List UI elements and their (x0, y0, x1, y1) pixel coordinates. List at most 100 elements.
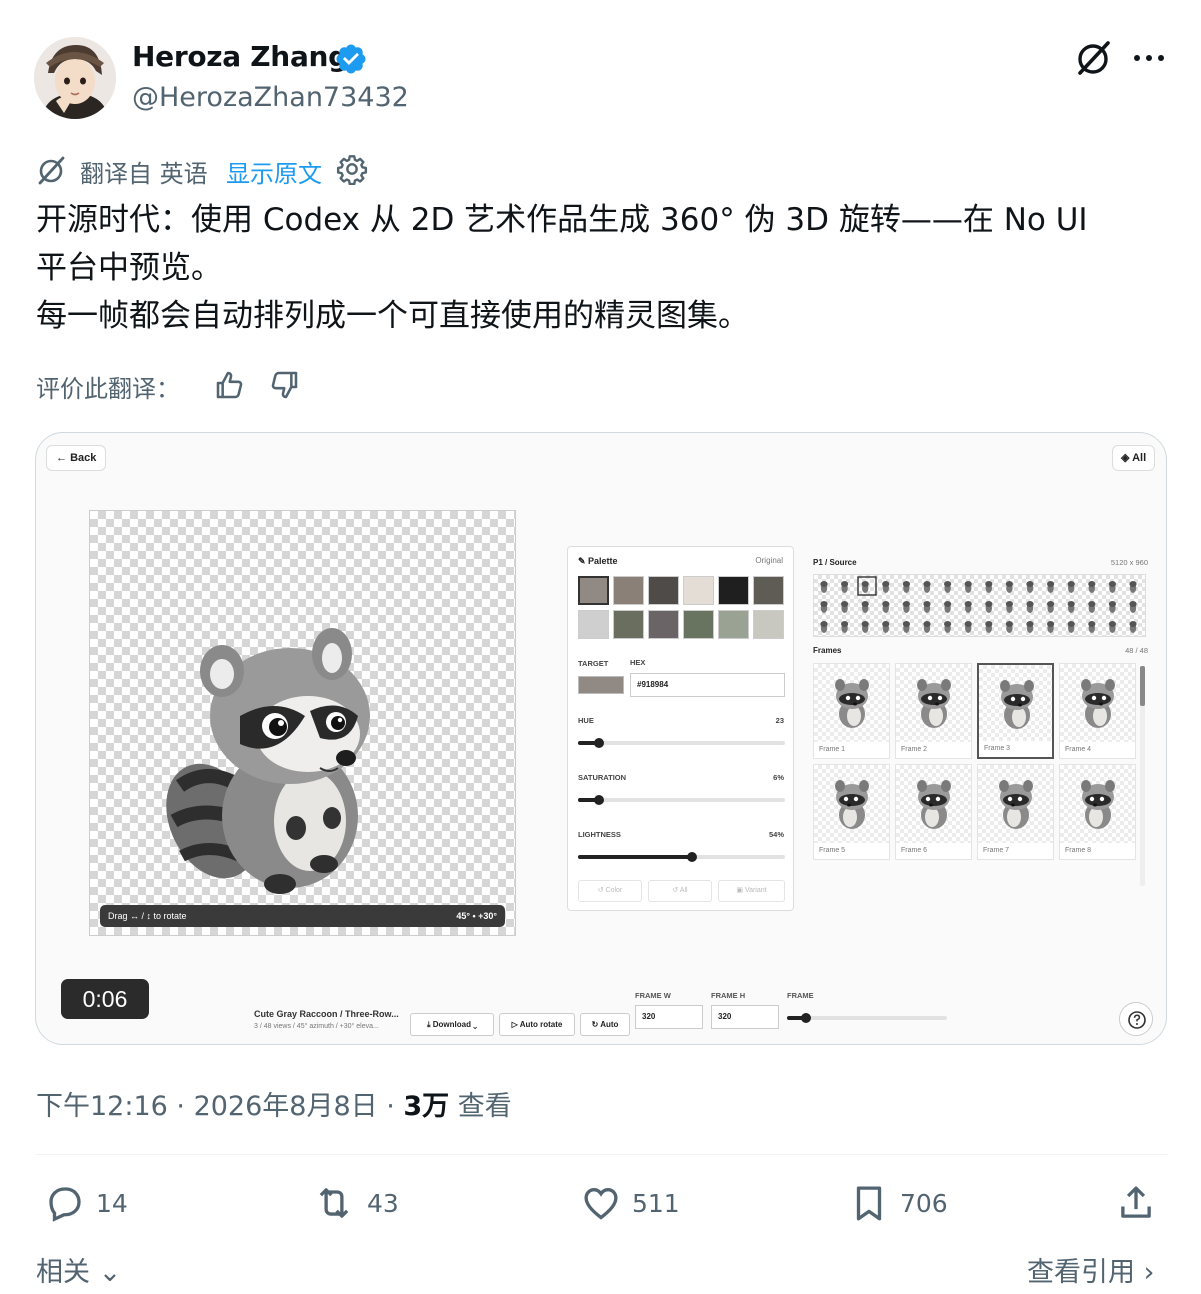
frame-thumbnail[interactable]: Frame 4 (1059, 663, 1136, 759)
palette-swatch[interactable] (683, 610, 714, 639)
author-name[interactable]: Heroza Zhang (132, 40, 348, 73)
sprite-thumb[interactable] (1067, 621, 1075, 633)
palette-swatch[interactable] (683, 576, 714, 605)
thumbs-up-icon[interactable] (214, 368, 246, 402)
palette-swatch[interactable] (578, 610, 609, 639)
sprite-thumb[interactable] (964, 601, 972, 613)
sprite-thumb[interactable] (1108, 581, 1116, 593)
back-button[interactable]: ← Back (46, 445, 107, 471)
grok-icon[interactable] (1074, 38, 1114, 78)
sprite-thumb[interactable] (882, 601, 890, 613)
sprite-thumb[interactable] (964, 581, 972, 593)
target-color-box[interactable] (578, 676, 624, 694)
palette-swatch[interactable] (578, 576, 609, 605)
sprite-thumb[interactable] (985, 621, 993, 633)
preview-canvas[interactable]: Drag ↔ / ↕ to rotate 45° • +30° (89, 510, 516, 936)
sprite-thumb[interactable] (1047, 601, 1055, 613)
sprite-thumb[interactable] (902, 581, 910, 593)
palette-swatch[interactable] (613, 610, 644, 639)
sprite-thumb[interactable] (1005, 621, 1013, 633)
sprite-thumb[interactable] (820, 621, 828, 633)
sprite-thumb[interactable] (923, 621, 931, 633)
sprite-thumb[interactable] (944, 601, 952, 613)
saturation-slider-knob[interactable] (593, 795, 604, 805)
show-original-link[interactable]: 显示原文 (226, 154, 322, 189)
frame-slider-knob[interactable] (801, 1013, 811, 1023)
sprite-thumb[interactable] (1129, 581, 1137, 593)
palette-swatch[interactable] (718, 610, 749, 639)
thumbs-down-icon[interactable] (268, 368, 300, 402)
sprite-thumb[interactable] (944, 621, 952, 633)
tweet-date[interactable]: 2026年8月8日 (194, 1091, 378, 1122)
more-icon[interactable] (1130, 40, 1168, 76)
sprite-thumb[interactable] (1005, 581, 1013, 593)
sprite-thumb[interactable] (841, 581, 849, 593)
reset-color-button[interactable]: ↺ Color (578, 880, 642, 902)
sprite-thumb[interactable] (820, 601, 828, 613)
auto-button[interactable]: ↻ Auto (580, 1013, 630, 1036)
sprite-thumb[interactable] (1047, 621, 1055, 633)
frame-slider[interactable] (787, 1013, 947, 1023)
download-button[interactable]: ⤓ Download ⌄ (410, 1013, 494, 1036)
sprite-thumb[interactable] (1088, 621, 1096, 633)
retweet-button[interactable]: 43 (311, 1180, 399, 1226)
auto-rotate-button[interactable]: ▷ Auto rotate (499, 1013, 575, 1036)
sprite-thumb[interactable] (1067, 581, 1075, 593)
bookmark-button[interactable]: 706 (848, 1180, 948, 1226)
sprite-thumb[interactable] (1108, 601, 1116, 613)
sprite-thumb[interactable] (923, 581, 931, 593)
palette-swatch[interactable] (648, 610, 679, 639)
like-button[interactable]: 511 (580, 1180, 680, 1226)
hex-input[interactable]: #918984 (630, 673, 785, 697)
sprite-thumb[interactable] (882, 581, 890, 593)
avatar[interactable] (34, 37, 116, 119)
gear-icon[interactable] (336, 153, 368, 185)
frame-thumbnail[interactable]: Frame 8 (1059, 764, 1136, 860)
sprite-thumb[interactable] (1088, 601, 1096, 613)
all-button[interactable]: ◈ All (1112, 445, 1156, 471)
sprite-thumb[interactable] (841, 621, 849, 633)
sprite-thumb[interactable] (985, 581, 993, 593)
frame-thumbnail[interactable]: Frame 5 (813, 764, 890, 860)
sprite-thumb[interactable] (1047, 581, 1055, 593)
sprite-thumb[interactable] (923, 601, 931, 613)
sprite-thumb[interactable] (1129, 601, 1137, 613)
sprite-thumb[interactable] (861, 601, 869, 613)
sprite-thumb[interactable] (1129, 621, 1137, 633)
saturation-slider[interactable] (578, 795, 785, 805)
frames-scrollbar[interactable] (1140, 666, 1145, 886)
sprite-thumb[interactable] (1005, 601, 1013, 613)
frame-w-input[interactable]: 320 (635, 1005, 703, 1029)
frame-thumbnail[interactable]: Frame 6 (895, 764, 972, 860)
frame-thumbnail[interactable]: Frame 2 (895, 663, 972, 759)
frame-thumbnail[interactable]: Frame 3 (977, 663, 1054, 759)
sprite-thumb[interactable] (1088, 581, 1096, 593)
author-handle[interactable]: @HerozaZhan73432 (132, 82, 409, 113)
view-quotes-link[interactable]: 查看引用 › (1027, 1250, 1154, 1289)
help-icon[interactable] (1119, 1002, 1153, 1036)
sprite-thumb[interactable] (944, 581, 952, 593)
sprite-sheet-strip[interactable] (813, 574, 1146, 637)
palette-swatch[interactable] (753, 576, 784, 605)
sprite-thumb[interactable] (964, 621, 972, 633)
sprite-thumb[interactable] (882, 621, 890, 633)
sprite-thumb[interactable] (861, 581, 869, 593)
reply-button[interactable]: 14 (44, 1180, 128, 1226)
lightness-slider-knob[interactable] (687, 852, 697, 862)
sprite-thumb[interactable] (1026, 581, 1034, 593)
palette-swatch[interactable] (718, 576, 749, 605)
sprite-thumb[interactable] (985, 601, 993, 613)
frame-thumbnail[interactable]: Frame 7 (977, 764, 1054, 860)
palette-swatch[interactable] (648, 576, 679, 605)
variant-button[interactable]: ▣ Variant (718, 880, 785, 902)
frame-thumbnail[interactable]: Frame 1 (813, 663, 890, 759)
sprite-thumb[interactable] (861, 621, 869, 633)
sprite-thumb[interactable] (1067, 601, 1075, 613)
hue-slider-knob[interactable] (593, 738, 604, 748)
sprite-thumb[interactable] (902, 601, 910, 613)
tweet-time[interactable]: 下午12:16 (36, 1091, 168, 1122)
reset-all-button[interactable]: ↺ All (648, 880, 712, 902)
sprite-thumb[interactable] (1026, 621, 1034, 633)
share-button[interactable] (1115, 1180, 1167, 1226)
sprite-thumb[interactable] (841, 601, 849, 613)
